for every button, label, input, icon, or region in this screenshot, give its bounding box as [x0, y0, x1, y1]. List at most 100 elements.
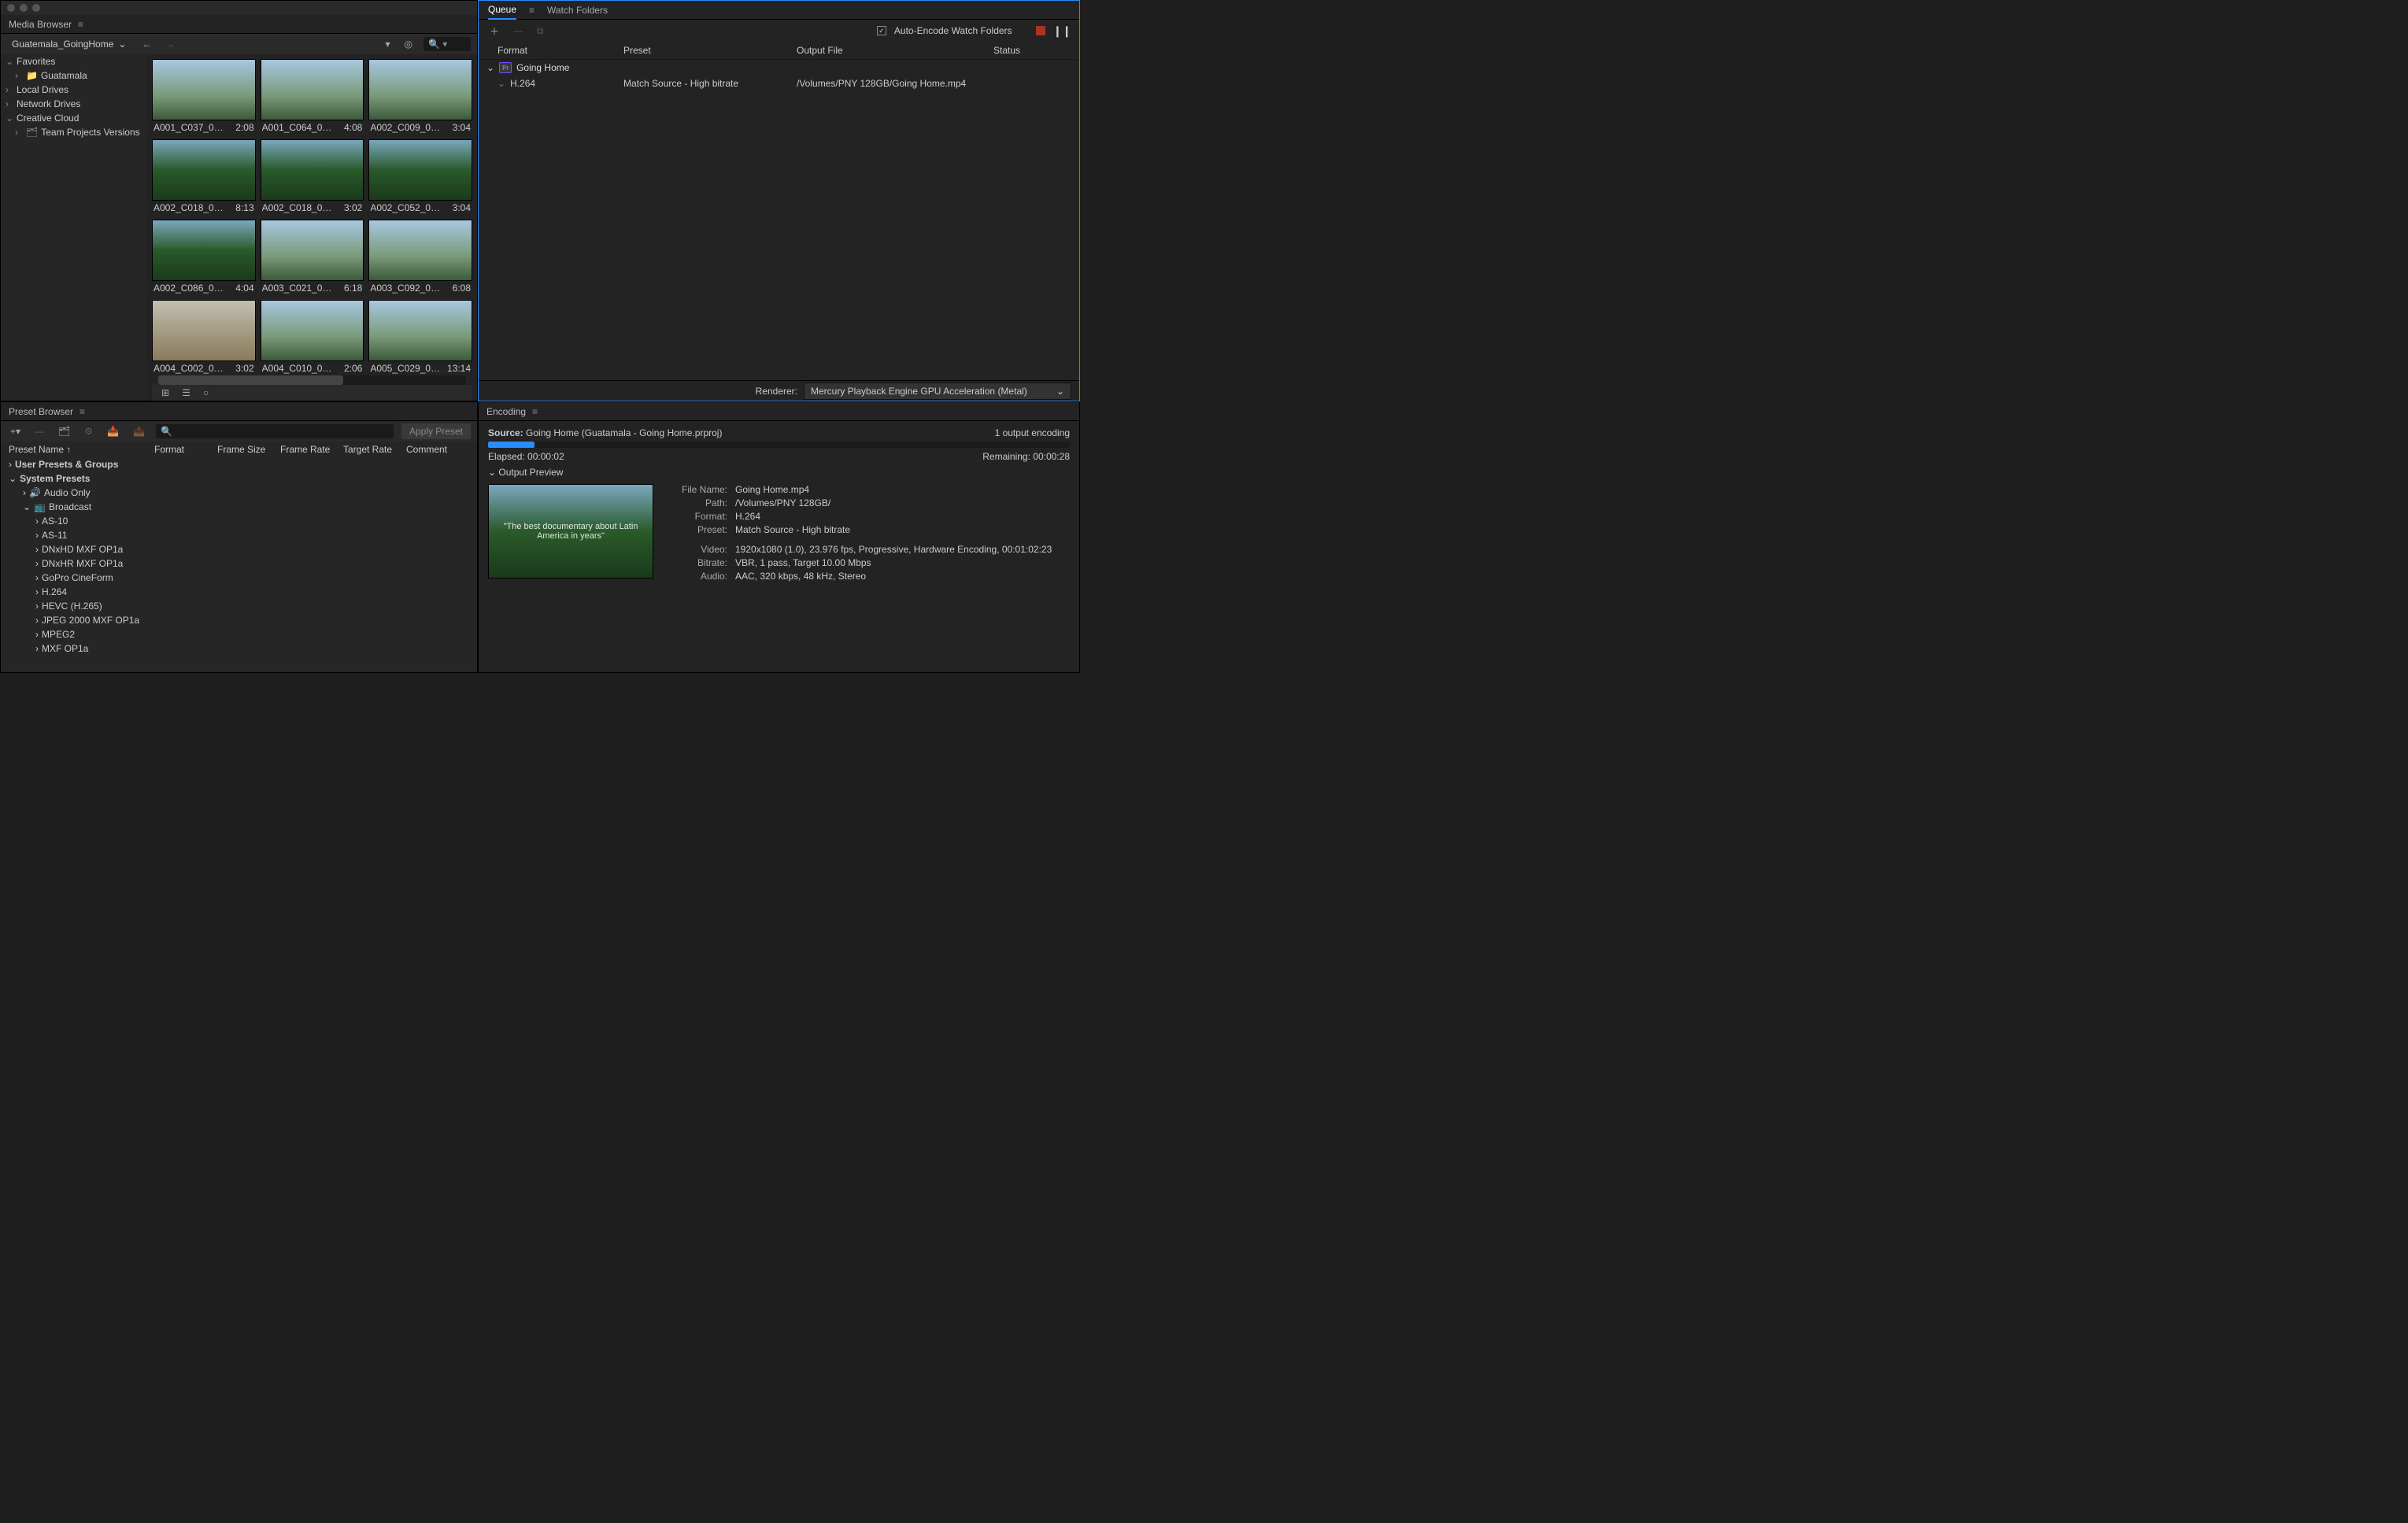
duplicate-icon[interactable]: ⧉ — [534, 24, 547, 39]
clip-item[interactable]: A002_C086_0922...4:04 — [152, 220, 256, 295]
apply-preset-button[interactable]: Apply Preset — [401, 423, 471, 439]
preset-as10[interactable]: ›AS-10 — [1, 514, 477, 528]
clip-item[interactable]: A001_C064_0922...4:08 — [261, 59, 364, 135]
clip-thumbnail — [152, 139, 256, 201]
remove-preset-icon[interactable]: — — [31, 424, 47, 438]
preset-mxf[interactable]: ›MXF OP1a — [1, 641, 477, 656]
close-dot[interactable] — [7, 4, 15, 12]
tab-queue[interactable]: Queue — [488, 1, 516, 20]
renderer-select[interactable]: Mercury Playback Engine GPU Acceleration… — [804, 383, 1071, 400]
queue-item[interactable]: ⌄H.264 Match Source - High bitrate /Volu… — [479, 76, 1079, 91]
creative-cloud-node[interactable]: ⌄Creative Cloud — [1, 111, 147, 125]
source-value: Going Home (Guatamala - Going Home.prpro… — [526, 427, 722, 438]
forward-arrow-icon[interactable]: → — [162, 37, 178, 51]
project-dropdown[interactable]: Guatemala_GoingHome ⌄ — [7, 37, 131, 51]
sort-up-icon[interactable]: ↑ — [66, 444, 71, 455]
auto-encode-checkbox[interactable] — [877, 26, 886, 35]
preset-dnxhd[interactable]: ›DNxHD MXF OP1a — [1, 542, 477, 556]
encoding-progress — [488, 442, 1070, 448]
preset-as11[interactable]: ›AS-11 — [1, 528, 477, 542]
clip-name: A002_C009_09222... — [370, 122, 441, 133]
preset-h264[interactable]: ›H.264 — [1, 585, 477, 599]
preset-mpeg2[interactable]: ›MPEG2 — [1, 627, 477, 641]
clip-thumbnail — [368, 139, 472, 201]
user-presets-node[interactable]: ›User Presets & Groups — [1, 457, 477, 471]
back-arrow-icon[interactable]: ← — [139, 37, 154, 51]
queue-group[interactable]: ⌄ Pr Going Home — [479, 60, 1079, 76]
queue-body: ⌄ Pr Going Home ⌄H.264 Match Source - Hi… — [479, 60, 1079, 380]
media-browser-title: Media Browser — [9, 19, 72, 30]
panel-menu-icon[interactable]: ≡ — [78, 19, 83, 30]
clip-duration: 6:18 — [344, 283, 362, 294]
clip-item[interactable]: A002_C009_09222...3:04 — [368, 59, 472, 135]
media-browser-toolbar: Guatemala_GoingHome ⌄ ← → ▾ ◎ 🔍 ▾ — [1, 34, 477, 54]
clip-thumbnail — [152, 59, 256, 120]
team-icon: 🗂 — [26, 127, 38, 138]
clip-thumbnail — [261, 139, 364, 201]
preset-gopro[interactable]: ›GoPro CineForm — [1, 571, 477, 585]
max-dot[interactable] — [32, 4, 40, 12]
add-source-icon[interactable]: ＋ — [486, 23, 502, 39]
add-preset-icon[interactable]: +▾ — [7, 424, 24, 438]
local-drives-node[interactable]: ›Local Drives — [1, 83, 147, 97]
import-preset-icon[interactable]: 📥 — [104, 424, 122, 438]
stop-button[interactable] — [1036, 26, 1045, 35]
clip-duration: 3:02 — [344, 202, 362, 213]
premiere-badge-icon: Pr — [499, 62, 512, 73]
tab-watch-folders[interactable]: Watch Folders — [547, 2, 608, 19]
output-preview-thumbnail: "The best documentary about Latin Americ… — [488, 484, 653, 579]
clip-item[interactable]: A003_C021_0923...6:18 — [261, 220, 364, 295]
clip-duration: 13:14 — [447, 363, 471, 374]
preset-jpeg2000[interactable]: ›JPEG 2000 MXF OP1a — [1, 613, 477, 627]
clip-item[interactable]: A001_C037_0921...2:08 — [152, 59, 256, 135]
clip-item[interactable]: A004_C010_0924...2:06 — [261, 300, 364, 375]
folder-guatamala[interactable]: ›📁Guatamala — [1, 68, 147, 83]
preset-hevc[interactable]: ›HEVC (H.265) — [1, 599, 477, 613]
remove-icon[interactable]: — — [510, 24, 526, 38]
encoding-metadata: File Name:Going Home.mp4 Path:/Volumes/P… — [664, 484, 1052, 582]
clip-item[interactable]: A004_C002_0924...3:02 — [152, 300, 256, 375]
preset-settings-icon[interactable]: ⚙ — [81, 424, 96, 438]
clip-item[interactable]: A002_C052_0922...3:04 — [368, 139, 472, 215]
thumbnail-size-icon[interactable]: ○ — [200, 386, 212, 400]
panel-menu-icon[interactable]: ≡ — [532, 406, 538, 417]
clip-name: A004_C002_0924... — [154, 363, 224, 374]
clip-name: A005_C029_0925... — [370, 363, 441, 374]
clip-item[interactable]: A003_C092_0923...6:08 — [368, 220, 472, 295]
preset-broadcast[interactable]: ⌄📺Broadcast — [1, 500, 477, 514]
auto-encode-label: Auto-Encode Watch Folders — [894, 25, 1012, 36]
clip-duration: 2:08 — [235, 122, 253, 133]
ingest-icon[interactable]: ◎ — [401, 37, 416, 51]
queue-menu-icon[interactable]: ≡ — [529, 5, 534, 16]
new-group-icon[interactable]: 🗂 — [55, 424, 73, 438]
clip-item[interactable]: A005_C029_0925... 13:14 — [368, 300, 472, 375]
preset-audio-only[interactable]: ›🔊Audio Only — [1, 486, 477, 500]
clip-item[interactable]: A002_C018_0922...8:13 — [152, 139, 256, 215]
system-presets-node[interactable]: ⌄System Presets — [1, 471, 477, 486]
clip-grid: A001_C037_0921...2:08 A001_C064_0922...4… — [147, 54, 477, 401]
search-input[interactable]: 🔍 ▾ — [424, 37, 471, 51]
min-dot[interactable] — [20, 4, 28, 12]
encoding-header: Encoding ≡ — [479, 402, 1079, 421]
team-projects-node[interactable]: ›🗂Team Projects Versions — [1, 125, 147, 139]
media-browser-panel: Media Browser ≡ Guatemala_GoingHome ⌄ ← … — [0, 0, 478, 401]
clip-thumbnail — [152, 300, 256, 361]
chevron-down-icon: ⌄ — [1056, 386, 1064, 397]
clip-item[interactable]: A002_C018_0922...3:02 — [261, 139, 364, 215]
panel-menu-icon[interactable]: ≡ — [80, 406, 85, 417]
pause-button[interactable]: ❙❙ — [1053, 24, 1071, 38]
clip-duration: 3:04 — [453, 202, 471, 213]
favorites-node[interactable]: ⌄Favorites — [1, 54, 147, 68]
preset-dnxhr[interactable]: ›DNxHR MXF OP1a — [1, 556, 477, 571]
preset-search-input[interactable]: 🔍 — [156, 424, 394, 438]
horizontal-scrollbar[interactable] — [158, 375, 466, 385]
list-view-icon[interactable]: ☰ — [179, 386, 194, 400]
network-drives-node[interactable]: ›Network Drives — [1, 97, 147, 111]
audio-icon: 🔊 — [29, 487, 41, 498]
clip-duration: 2:06 — [344, 363, 362, 374]
clip-duration: 4:08 — [344, 122, 362, 133]
filter-icon[interactable]: ▾ — [382, 37, 393, 51]
export-preset-icon[interactable]: 📤 — [130, 424, 148, 438]
chevron-down-icon[interactable]: ⌄ — [488, 467, 496, 478]
icon-view-icon[interactable]: ⊞ — [158, 386, 172, 400]
